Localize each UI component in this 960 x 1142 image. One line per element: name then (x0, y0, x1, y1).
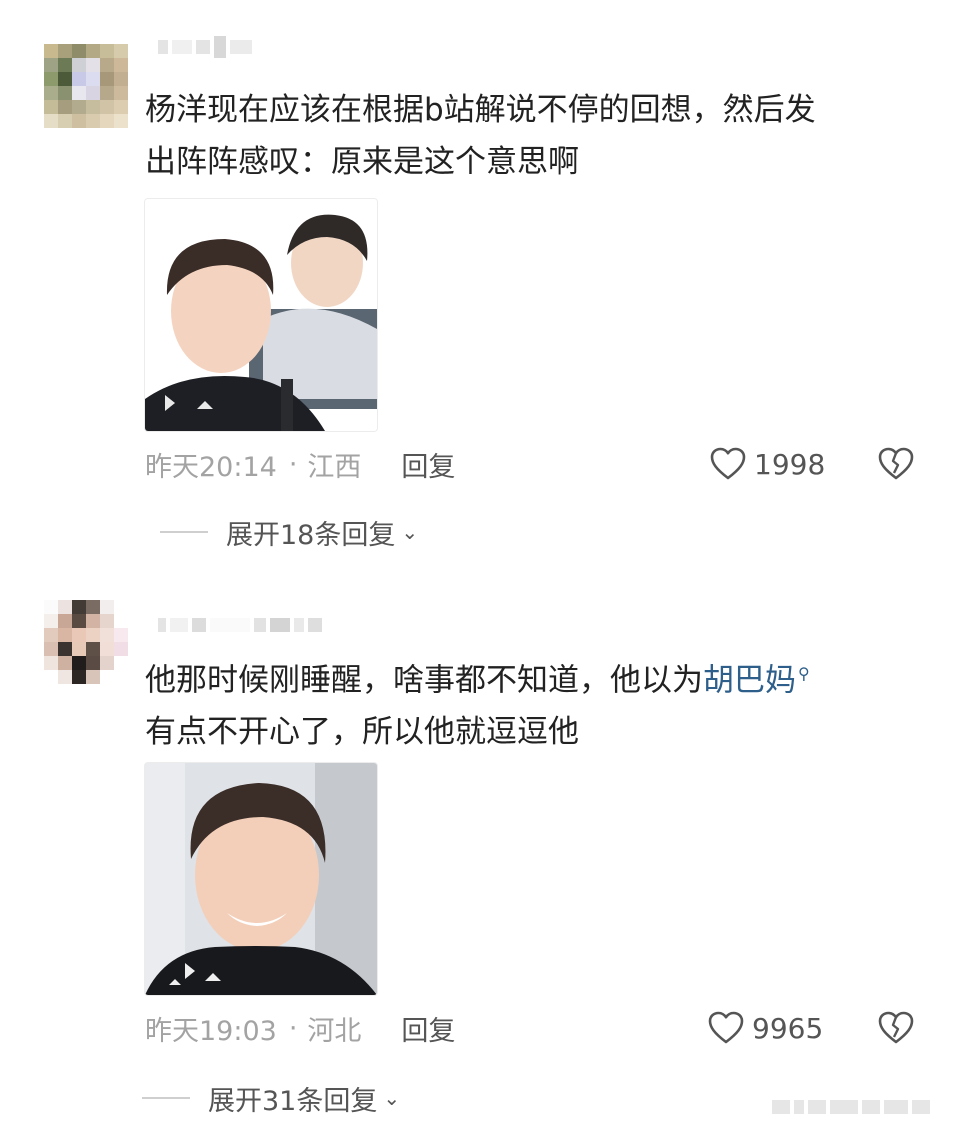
search-icon[interactable]: ⚲ (798, 664, 810, 683)
meta-separator: · (288, 1012, 298, 1044)
photo-illustration (145, 199, 377, 431)
divider-line (160, 531, 208, 533)
broken-heart-icon[interactable] (878, 446, 914, 482)
watermark-blurred (772, 1100, 930, 1114)
reply-button[interactable]: 回复 (401, 1009, 455, 1048)
comment-text: 杨洋现在应该在根据b站解说不停的回想，然后发 出阵阵感叹：原来是这个意思啊 (145, 92, 816, 180)
chevron-down-icon: ⌄ (383, 1086, 401, 1110)
comment-text-part: 他那时候刚睡醒，啥事都不知道，他以为 (145, 662, 703, 699)
photo-illustration (145, 763, 377, 995)
reply-button[interactable]: 回复 (401, 445, 455, 484)
divider-line (142, 1097, 190, 1099)
expand-replies-button[interactable]: 展开31条回复 ⌄ (142, 1078, 400, 1118)
comment-location: 河北 (307, 1015, 362, 1047)
broken-heart-icon[interactable] (878, 1010, 914, 1046)
user-avatar[interactable] (44, 44, 128, 128)
expand-replies-label: 展开18条回复 (226, 519, 396, 551)
heart-outline-icon (710, 447, 746, 480)
comment-image[interactable] (144, 762, 378, 996)
comment-text: 他那时候刚睡醒，啥事都不知道，他以为胡巴妈 ⚲ 有点不开心了，所以他就逗逗他 (145, 648, 925, 758)
meta-separator: · (288, 448, 298, 480)
comment-time: 昨天20:14 (145, 451, 277, 483)
comment-image[interactable] (144, 198, 378, 432)
like-count: 1998 (754, 447, 826, 481)
username-blurred[interactable] (158, 36, 252, 58)
mention-link[interactable]: 胡巴妈 (703, 662, 796, 698)
like-count: 9965 (752, 1011, 824, 1045)
heart-outline-icon (708, 1011, 744, 1044)
expand-replies-button[interactable]: 展开18条回复 ⌄ (160, 512, 418, 552)
like-button[interactable]: 1998 (710, 444, 825, 484)
expand-replies-label: 展开31条回复 (208, 1085, 378, 1117)
comment-time: 昨天19:03 (145, 1015, 277, 1047)
user-avatar[interactable] (44, 600, 128, 684)
comment-text-part: 有点不开心了，所以他就逗逗他 (145, 714, 579, 751)
chevron-down-icon: ⌄ (401, 520, 419, 544)
username-blurred[interactable] (158, 614, 322, 636)
comment-location: 江西 (307, 451, 362, 483)
like-button[interactable]: 9965 (708, 1008, 823, 1048)
